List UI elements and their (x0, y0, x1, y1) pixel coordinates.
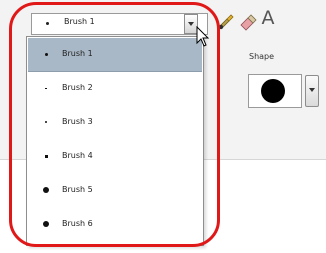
text-tool-icon[interactable]: A (260, 7, 276, 29)
shape-swatch[interactable] (248, 74, 302, 108)
brush-settings-screen: A Shape Brush 1 Brush 1 Brush 2 Brush 3 … (0, 0, 326, 253)
red-highlight-outline (9, 2, 220, 247)
shape-dropdown-button[interactable] (305, 75, 319, 107)
round-shape-icon (261, 79, 285, 103)
eraser-tool-icon[interactable] (238, 11, 258, 31)
shape-label: Shape (249, 52, 275, 61)
